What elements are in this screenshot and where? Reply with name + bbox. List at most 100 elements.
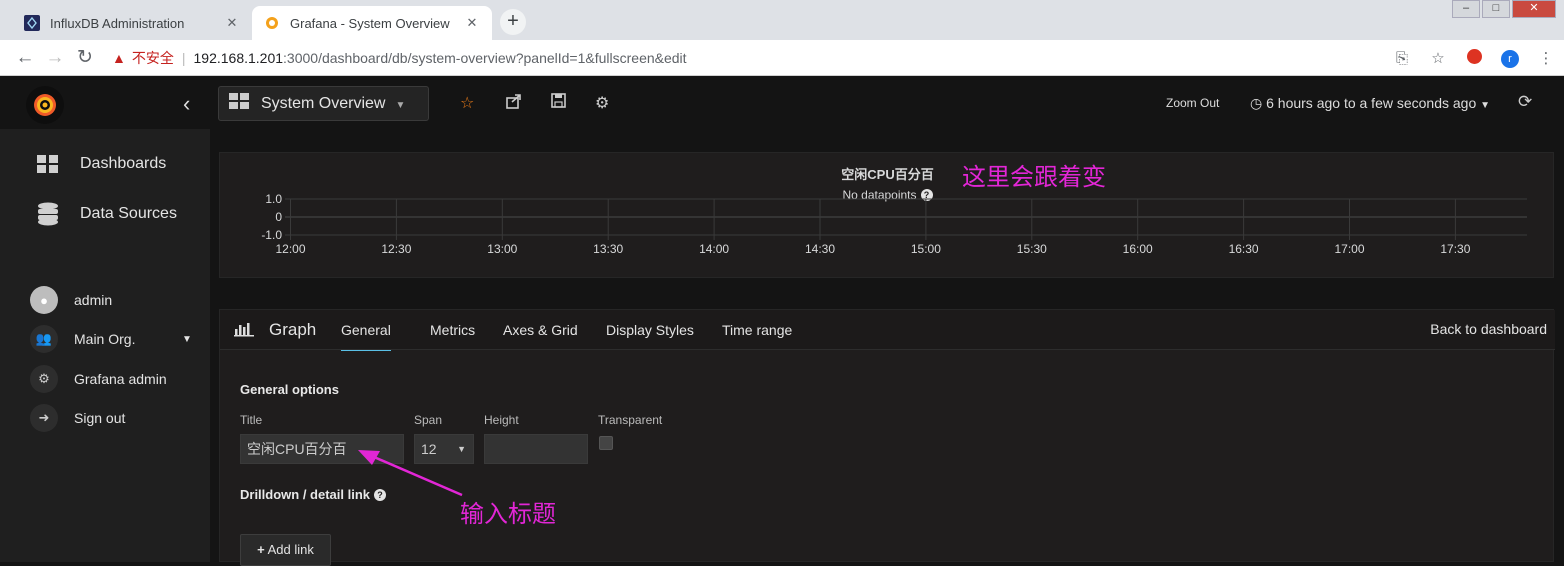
toolbar-right: ⎘ ☆ r ⋮ — [1384, 40, 1564, 76]
add-link-label: Add link — [267, 542, 314, 557]
plus-icon: + — [257, 542, 265, 557]
x-tick-label: 16:30 — [1229, 242, 1259, 256]
sidebar-item-label: Grafana admin — [74, 371, 167, 387]
tab-time-range[interactable]: Time range — [722, 322, 792, 338]
url-separator: | — [181, 49, 186, 66]
users-icon: 👥 — [30, 325, 58, 353]
annotation-arrow — [358, 450, 463, 497]
x-tick-label: 14:00 — [699, 242, 729, 256]
dashboards-icon — [34, 152, 62, 176]
time-range-picker[interactable]: ◷ 6 hours ago to a few seconds ago ▼ — [1250, 95, 1490, 112]
x-tick-label: 15:30 — [1017, 242, 1047, 256]
add-link-button[interactable]: + Add link — [240, 534, 331, 566]
url-input[interactable]: ▲ 不安全 | 192.168.1.201 :3000/dashboard/db… — [112, 44, 687, 72]
browser-tab-influxdb[interactable]: InfluxDB Administration ✕ — [12, 6, 252, 40]
cog-icon: ⚙ — [30, 365, 58, 393]
chevron-down-icon[interactable]: ▼ — [182, 334, 192, 345]
sidebar-item-main-org[interactable]: 👥 Main Org. ▼ — [0, 320, 210, 358]
address-bar: ← → ↻ ▲ 不安全 | 192.168.1.201 :3000/dashbo… — [0, 40, 1564, 76]
bar-chart-icon — [234, 321, 256, 342]
graph-chart[interactable]: 1.0 0 -1.012:00 12:30 13:00 13:30 14:00 14:30 15… — [220, 191, 1553, 266]
share-icon[interactable] — [506, 93, 522, 114]
clock-icon: ◷ — [1250, 95, 1263, 111]
sidebar: ‹ Dashboards Data Sources ● admin 👥 Main… — [0, 77, 210, 562]
collapse-sidebar-icon[interactable]: ‹ — [183, 91, 190, 117]
settings-gear-icon[interactable]: ⚙ — [595, 93, 609, 113]
tab-close-icon[interactable]: ✕ — [224, 15, 240, 31]
back-to-dashboard-link[interactable]: Back to dashboard — [1430, 321, 1547, 337]
editor-header: Graph General Metrics Axes & Grid Displa… — [220, 310, 1555, 351]
profile-avatar[interactable]: r — [1492, 49, 1528, 68]
warning-icon: ▲ — [112, 49, 126, 66]
panel-title[interactable]: 空闲CPU百分百 — [220, 164, 1555, 183]
x-tick-label: 16:00 — [1123, 242, 1153, 256]
grafana-logo-icon[interactable] — [26, 86, 64, 124]
tab-metrics[interactable]: Metrics — [430, 322, 475, 338]
user-avatar: ● — [30, 286, 58, 314]
security-label: 不安全 — [131, 49, 174, 66]
reload-icon[interactable]: ↻ — [70, 46, 100, 69]
title-label: Title — [240, 413, 263, 427]
influxdb-favicon-icon — [24, 15, 40, 31]
tab-close-icon[interactable]: ✕ — [464, 15, 480, 31]
graph-panel: 空闲CPU百分百 No datapoints? 1.0 0 -1.0 12:00 12:… — [219, 152, 1554, 278]
minimize-button[interactable]: – — [1452, 0, 1480, 18]
tab-general[interactable]: General — [341, 322, 391, 351]
general-options-heading: General options — [240, 382, 339, 397]
dashboard-navbar: System Overview ▼ ☆ ⚙ Zoom Out ◷ 6 hours… — [210, 77, 1564, 129]
x-tick-label: 12:30 — [381, 242, 411, 256]
annotation-input-note: 输入标题 — [460, 500, 556, 528]
tab-title: InfluxDB Administration — [50, 15, 185, 31]
sidebar-header: ‹ — [0, 77, 210, 129]
y-tick-label: 0 — [275, 210, 282, 224]
dashboard-grid-icon — [229, 93, 249, 114]
dashboard-picker-button[interactable]: System Overview ▼ — [218, 86, 429, 121]
close-window-button[interactable]: ✕ — [1512, 0, 1556, 18]
translate-icon[interactable]: ⎘ — [1384, 50, 1420, 67]
height-input[interactable] — [484, 434, 588, 464]
sidebar-item-label: admin — [74, 292, 113, 308]
browser-tab-grafana[interactable]: Grafana - System Overview ✕ — [252, 6, 492, 40]
grafana-favicon-icon — [264, 15, 280, 31]
panel-editor: Graph General Metrics Axes & Grid Displa… — [219, 309, 1555, 566]
menu-kebab-icon[interactable]: ⋮ — [1528, 49, 1564, 67]
sign-out-icon: ➜ — [30, 404, 58, 432]
time-range-label: 6 hours ago to a few seconds ago — [1266, 95, 1477, 111]
sidebar-item-admin[interactable]: ● admin — [0, 281, 210, 319]
y-tick-label: 1.0 — [265, 192, 282, 206]
x-tick-label: 13:30 — [593, 242, 623, 256]
x-tick-label: 12:00 — [275, 242, 305, 256]
y-tick-label: -1.0 — [261, 228, 282, 242]
sidebar-item-label: Main Org. — [74, 331, 136, 347]
span-label: Span — [414, 413, 443, 427]
transparent-checkbox[interactable] — [599, 436, 613, 450]
x-tick-label: 13:00 — [487, 242, 517, 256]
x-tick-label: 17:00 — [1334, 242, 1364, 256]
url-host: 192.168.1.201 — [193, 49, 284, 66]
bookmark-star-icon[interactable]: ☆ — [1420, 49, 1456, 67]
new-tab-button[interactable]: + — [500, 9, 526, 35]
tab-display-styles[interactable]: Display Styles — [606, 322, 694, 338]
sidebar-item-label: Data Sources — [80, 205, 177, 222]
sidebar-item-grafana-admin[interactable]: ⚙ Grafana admin — [0, 360, 210, 398]
x-tick-label: 17:30 — [1440, 242, 1470, 256]
sidebar-item-dashboards[interactable]: Dashboards — [0, 144, 210, 184]
window-controls: – □ ✕ — [1450, 0, 1556, 18]
sidebar-item-label: Dashboards — [80, 155, 167, 172]
transparent-label: Transparent — [598, 413, 663, 427]
caret-down-icon: ▼ — [395, 100, 406, 111]
x-tick-label: 14:30 — [805, 242, 835, 256]
forward-icon[interactable]: → — [40, 47, 70, 69]
sidebar-item-data-sources[interactable]: Data Sources — [0, 194, 210, 234]
refresh-icon[interactable]: ⟳ — [1518, 92, 1532, 112]
star-icon[interactable]: ☆ — [460, 93, 474, 113]
save-icon[interactable] — [551, 93, 566, 113]
maximize-button[interactable]: □ — [1482, 0, 1510, 18]
editor-type-label: Graph — [269, 320, 317, 339]
dashboard-title: System Overview — [261, 94, 386, 112]
sidebar-item-sign-out[interactable]: ➜ Sign out — [0, 399, 210, 437]
back-icon[interactable]: ← — [10, 47, 40, 69]
zoom-out-button[interactable]: Zoom Out — [1166, 96, 1219, 110]
extension-icon[interactable] — [1456, 48, 1492, 68]
tab-axes-grid[interactable]: Axes & Grid — [503, 322, 578, 338]
